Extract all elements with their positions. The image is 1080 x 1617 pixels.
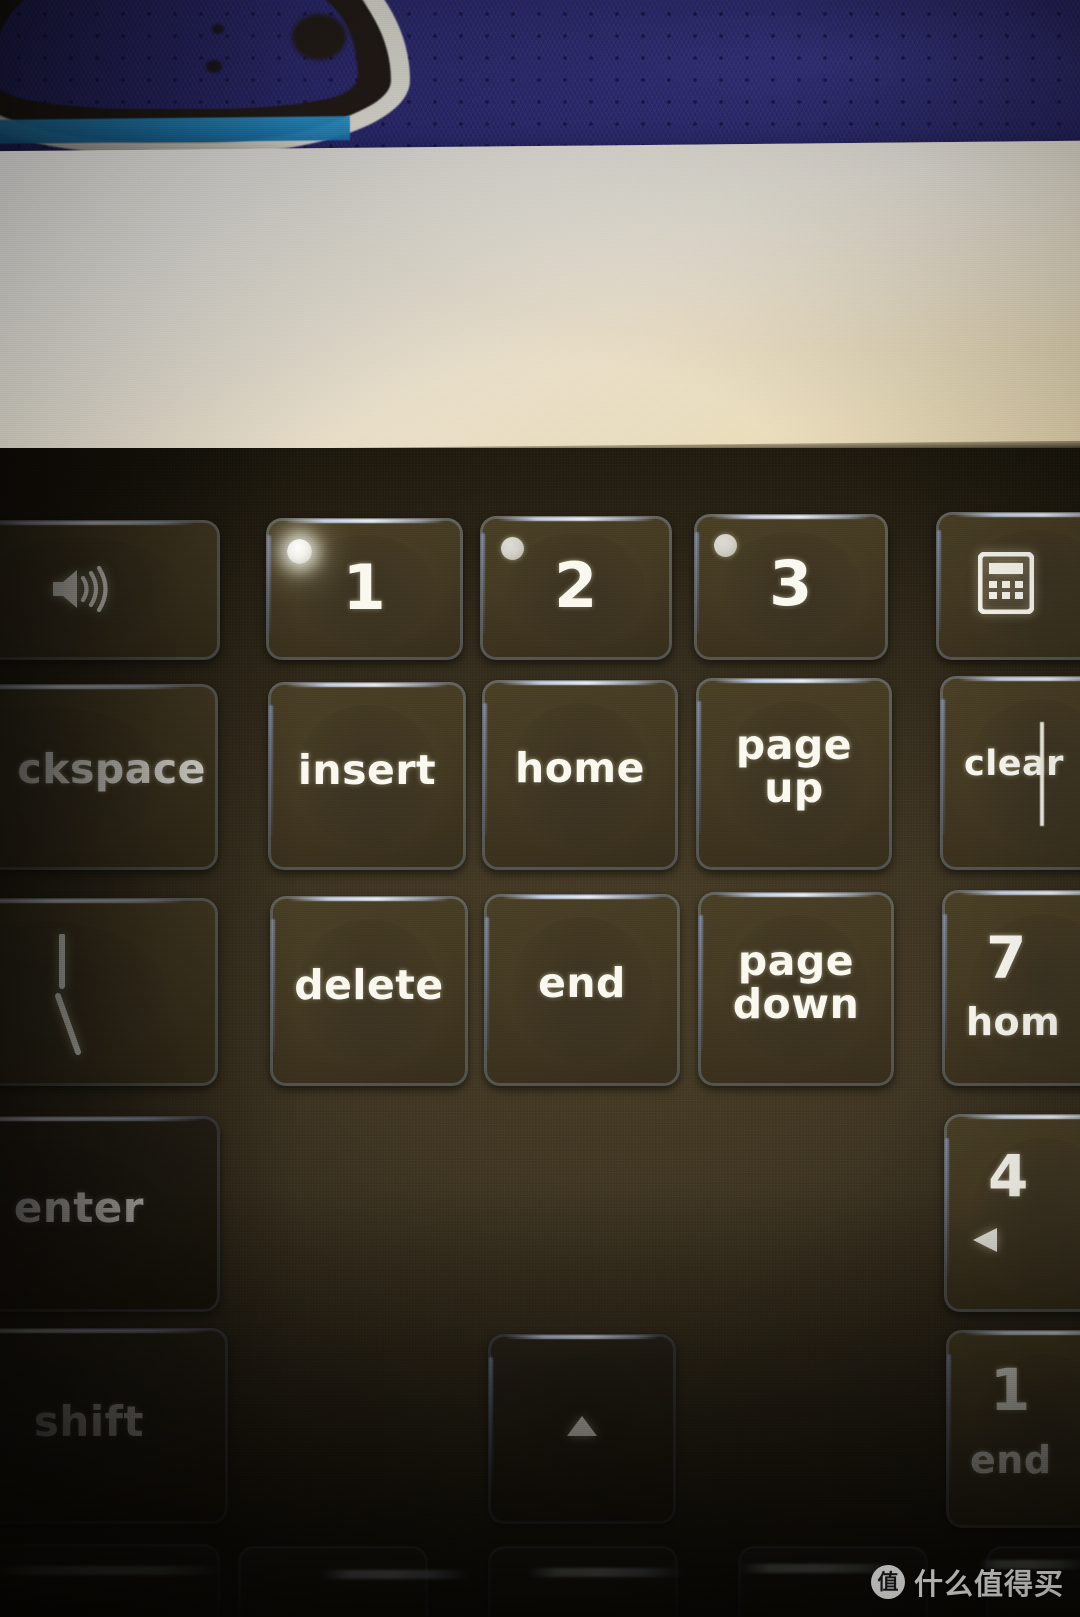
- key-label: end: [538, 959, 626, 1007]
- key-top-highlight: [287, 897, 451, 901]
- key-page-up[interactable]: page up: [696, 678, 892, 870]
- key-top-highlight: [962, 1115, 1080, 1119]
- key-label: home: [515, 744, 645, 792]
- key-channel-2[interactable]: 2: [480, 516, 672, 660]
- calculator-icon: [936, 551, 1080, 619]
- key-left-highlight: [943, 913, 947, 1051]
- watermark-badge-icon: 值: [870, 1565, 905, 1599]
- key-label: 7: [986, 924, 1027, 992]
- key-calculator[interactable]: [936, 512, 1080, 660]
- key-label: clear: [964, 744, 1064, 784]
- key-sublabel: hom: [966, 1000, 1061, 1044]
- key-label: page down: [732, 937, 860, 1029]
- palm-rest-panel: [0, 140, 1080, 462]
- key-top-highlight: [497, 517, 655, 521]
- key-top-highlight: [285, 683, 449, 687]
- key-page-down[interactable]: page down: [698, 892, 894, 1086]
- key-top-highlight: [715, 893, 877, 897]
- clear-key-divider: [1040, 722, 1044, 826]
- key-label: page up: [735, 721, 853, 813]
- deck-bottom-shadow: [0, 1187, 1080, 1617]
- key-top-highlight: [501, 895, 663, 899]
- key-top-highlight: [958, 677, 1080, 681]
- key-top-highlight: [283, 519, 446, 523]
- key-channel-3[interactable]: 3: [694, 514, 888, 660]
- watermark: 值 什么值得买: [870, 1561, 1064, 1603]
- key-num-7[interactable]: 7 hom: [942, 890, 1080, 1086]
- key-top-highlight: [960, 891, 1080, 895]
- key-top-highlight: [711, 515, 871, 519]
- key-label: 2: [554, 549, 598, 622]
- key-home[interactable]: home: [482, 680, 678, 870]
- photo-canvas: 1 2 3 insert home page up clear delete e…: [0, 0, 1080, 1617]
- keyboard-deck: 1 2 3 insert home page up clear delete e…: [0, 448, 1080, 1617]
- key-top-highlight: [713, 679, 875, 683]
- watermark-text: 什么值得买: [913, 1567, 1064, 1601]
- key-top-highlight: [499, 681, 661, 685]
- key-label: 3: [769, 547, 813, 620]
- fabric-background: [0, 0, 1080, 152]
- fabric-vignette: [0, 0, 1080, 152]
- key-left-highlight: [941, 699, 945, 836]
- key-top-highlight: [954, 513, 1080, 517]
- panel-sheen: [0, 140, 1080, 462]
- key-end[interactable]: end: [484, 894, 680, 1086]
- key-num-clear[interactable]: clear: [940, 676, 1080, 870]
